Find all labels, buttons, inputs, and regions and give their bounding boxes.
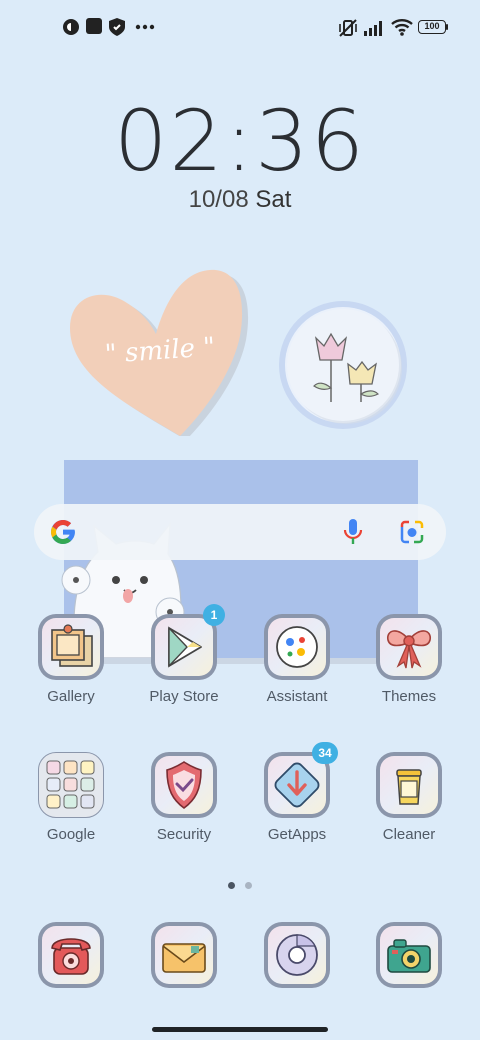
app-tile — [376, 922, 442, 988]
shield-check-icon — [166, 761, 202, 809]
shield-notification-icon — [109, 18, 125, 36]
app-label: Assistant — [266, 688, 328, 705]
app-tile — [151, 922, 217, 988]
day-value: Sat — [255, 186, 292, 213]
app-tile — [38, 922, 104, 988]
app-tile: 1 — [151, 604, 225, 680]
app-tile: 34 — [264, 742, 338, 818]
camera-lens-icon[interactable] — [398, 519, 426, 545]
bow-icon — [387, 630, 431, 669]
app-cleaner[interactable]: Cleaner — [363, 752, 455, 843]
microphone-icon[interactable] — [342, 518, 364, 546]
chrome-icon — [276, 934, 318, 976]
app-tile — [376, 752, 442, 818]
app-label: Gallery — [47, 688, 95, 705]
page-dot-active[interactable] — [228, 882, 235, 889]
app-label: Google — [46, 826, 96, 843]
app-security[interactable]: Security — [138, 752, 230, 843]
page-indicator[interactable] — [0, 876, 480, 894]
notification-badge: 1 — [203, 604, 225, 626]
phone-icon — [51, 938, 91, 975]
google-g-icon — [51, 520, 75, 544]
status-bar: 100 — [0, 0, 480, 56]
app-gallery[interactable]: Gallery — [25, 614, 117, 705]
tulips-icon — [279, 301, 407, 429]
more-dots-icon — [135, 24, 155, 30]
square-notification-icon — [86, 18, 102, 34]
app-themes[interactable]: Themes — [363, 614, 455, 705]
camera-icon — [387, 939, 431, 973]
app-tile — [264, 922, 330, 988]
date-value: 10/08 — [188, 186, 249, 213]
signal-icon — [364, 21, 382, 36]
photos-icon — [51, 624, 93, 667]
dock-phone[interactable] — [25, 922, 117, 988]
app-tile — [264, 614, 330, 680]
app-label: Security — [156, 826, 212, 843]
notification-badge: 34 — [312, 742, 338, 764]
app-tile — [151, 752, 217, 818]
app-tile — [376, 614, 442, 680]
dock-camera[interactable] — [363, 922, 455, 988]
folder-icon — [46, 760, 95, 809]
app-assistant[interactable]: Assistant — [251, 614, 343, 705]
google-search-bar[interactable] — [34, 504, 446, 560]
app-tile — [38, 614, 104, 680]
messages-icon — [162, 943, 206, 973]
clock-time[interactable]: 02:36 — [0, 92, 480, 190]
play-store-icon — [168, 626, 202, 668]
app-google-folder[interactable]: Google — [25, 752, 117, 843]
app-getapps[interactable]: 34 GetApps — [251, 742, 343, 843]
app-play-store[interactable]: 1 Play Store — [138, 604, 230, 705]
page-dot[interactable] — [245, 882, 252, 889]
wifi-icon — [391, 19, 413, 36]
app-label: Cleaner — [382, 826, 436, 843]
app-label: GetApps — [267, 826, 327, 843]
clock-date[interactable]: 10/08 Sat — [0, 186, 480, 214]
dock-messages[interactable] — [138, 922, 230, 988]
trash-icon — [396, 769, 422, 805]
app-label: Themes — [381, 688, 437, 705]
app-notification-icon — [63, 19, 79, 35]
gesture-home-bar[interactable] — [152, 1027, 328, 1032]
assistant-icon — [276, 626, 318, 668]
battery-indicator: 100 — [418, 20, 446, 34]
app-tile — [38, 752, 104, 818]
heart-smile-widget[interactable]: " smile " — [60, 266, 250, 440]
download-icon — [274, 762, 320, 808]
app-label: Play Store — [149, 688, 219, 705]
flower-widget[interactable] — [276, 298, 410, 432]
dock-chrome[interactable] — [251, 922, 343, 988]
battery-tip — [446, 24, 448, 30]
vibrate-off-icon — [339, 19, 357, 37]
